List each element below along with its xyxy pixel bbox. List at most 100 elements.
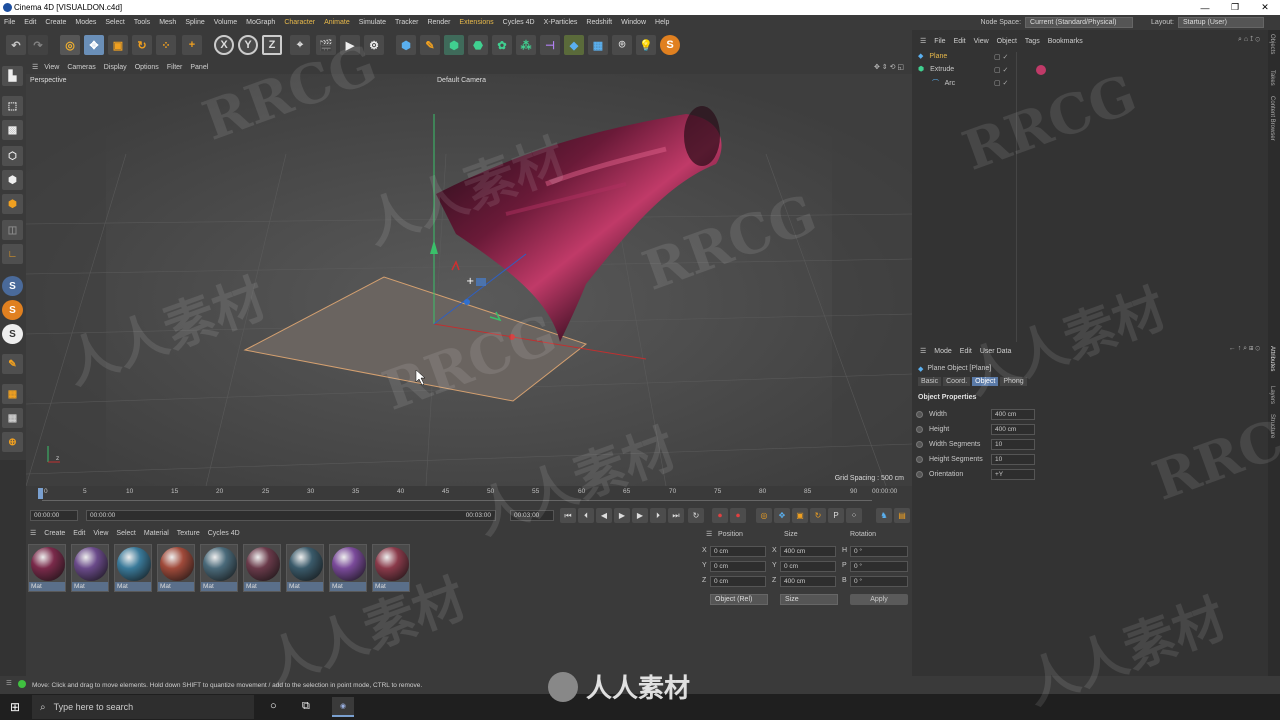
side-tab-structure[interactable]: Structure: [1269, 414, 1275, 438]
axis-mode-icon[interactable]: ∟: [2, 244, 23, 264]
menu-extensions[interactable]: Extensions: [459, 19, 493, 26]
object-name[interactable]: Extrude: [930, 66, 954, 73]
extrude-generator-icon[interactable]: ⬣: [468, 35, 488, 55]
y-axis-lock[interactable]: Y: [238, 35, 258, 55]
coord-size-field[interactable]: 400 cm: [780, 576, 836, 587]
material-swatch[interactable]: Mat: [28, 544, 66, 592]
record-keys-icon[interactable]: ⏺: [712, 508, 728, 523]
z-axis-lock[interactable]: Z: [262, 35, 282, 55]
tab-coord[interactable]: Coord.: [943, 377, 971, 386]
cloner-icon[interactable]: ✿: [492, 35, 512, 55]
material-swatch[interactable]: Mat: [71, 544, 109, 592]
menu-render[interactable]: Render: [427, 19, 450, 26]
scheme-icon[interactable]: ♞: [876, 508, 892, 523]
menu-edit[interactable]: Edit: [24, 19, 36, 26]
material-menu-view[interactable]: View: [93, 530, 108, 537]
menu-file[interactable]: File: [4, 19, 15, 26]
render-settings-icon[interactable]: ⚙: [364, 35, 384, 55]
viewport-menu-view[interactable]: View: [44, 64, 59, 71]
menu-animate[interactable]: Animate: [324, 19, 350, 26]
animate-radio-icon[interactable]: [916, 456, 923, 463]
menu-help[interactable]: Help: [655, 19, 669, 26]
time-range-slider[interactable]: 00:00:00 00:03:00: [86, 510, 496, 521]
material-menu-create[interactable]: Create: [44, 530, 65, 537]
attribute-nav-icons[interactable]: ← ↑ ⌕ ⊞ ⊙: [1229, 345, 1260, 353]
world-coordinates-icon[interactable]: ⌖: [290, 35, 310, 55]
material-swatch[interactable]: Mat: [157, 544, 195, 592]
object-search-icons[interactable]: ⌕ ⌂ ↥ ⊙: [1238, 36, 1260, 44]
tab-basic[interactable]: Basic: [918, 377, 942, 386]
timeline-ruler[interactable]: 0 5 10 15 20 25 30 35 40 45 50 55 60 65 …: [26, 486, 912, 504]
points-mode-icon[interactable]: ⬡: [2, 146, 23, 166]
live-selection-icon[interactable]: ◎: [60, 35, 80, 55]
taskbar-search-box[interactable]: ⌕ Type here to search: [32, 695, 254, 719]
material-tag-icon[interactable]: [1036, 65, 1046, 75]
keyframe-selection-icon[interactable]: ◎: [756, 508, 772, 523]
material-menu-edit[interactable]: Edit: [73, 530, 85, 537]
rotation-key-icon[interactable]: ↻: [810, 508, 826, 523]
material-swatch[interactable]: Mat: [329, 544, 367, 592]
object-row-plane[interactable]: ◆ Plane ▢ ✓: [918, 52, 1258, 65]
object-name[interactable]: Arc: [945, 80, 956, 87]
material-label[interactable]: Mat: [115, 582, 151, 591]
render-view-icon[interactable]: ▶: [340, 35, 360, 55]
attribute-value-field[interactable]: 400 cm: [991, 424, 1035, 435]
deformer-icon[interactable]: ⊣: [540, 35, 560, 55]
apply-button[interactable]: Apply: [850, 594, 908, 605]
model-mode-icon[interactable]: ⬚: [2, 96, 23, 116]
coord-pos-field[interactable]: 0 cm: [710, 561, 766, 572]
coord-rot-field[interactable]: 0 °: [850, 546, 908, 557]
tab-phong[interactable]: Phong: [1000, 377, 1027, 386]
menu-tracker[interactable]: Tracker: [395, 19, 418, 26]
workplane-icon[interactable]: ✎: [2, 354, 23, 374]
pen-spline-icon[interactable]: ✎: [420, 35, 440, 55]
animate-radio-icon[interactable]: [916, 426, 923, 433]
menu-redshift[interactable]: Redshift: [586, 19, 612, 26]
loop-button[interactable]: ↻: [688, 508, 704, 523]
environment-icon[interactable]: ◆: [564, 35, 584, 55]
windows-start-icon[interactable]: ⊞: [10, 700, 20, 714]
floor-icon[interactable]: ▦: [588, 35, 608, 55]
menu-simulate[interactable]: Simulate: [359, 19, 386, 26]
texture-mode-icon[interactable]: ▩: [2, 120, 23, 140]
material-swatch[interactable]: Mat: [372, 544, 410, 592]
recent-tools-icon[interactable]: ⁘: [156, 35, 176, 55]
snap-icon[interactable]: S: [2, 276, 23, 296]
perspective-viewport[interactable]: + z Perspective Default Camera Grid Spac…: [26, 74, 912, 486]
cortana-icon[interactable]: ○: [270, 700, 277, 712]
side-tab-content-browser[interactable]: Content Browser: [1269, 96, 1275, 141]
material-swatch[interactable]: Mat: [243, 544, 281, 592]
subdivision-icon[interactable]: ⬢: [444, 35, 464, 55]
coord-size-dropdown[interactable]: Size: [780, 594, 838, 605]
edges-mode-icon[interactable]: ⬢: [2, 170, 23, 190]
cinema4d-taskbar-icon[interactable]: ◉: [332, 697, 354, 717]
menu-window[interactable]: Window: [621, 19, 646, 26]
playhead[interactable]: [38, 488, 43, 499]
mograph-icon[interactable]: ⁂: [516, 35, 536, 55]
side-tab-layers[interactable]: Layers: [1269, 386, 1275, 404]
menu-tools[interactable]: Tools: [134, 19, 150, 26]
material-label[interactable]: Mat: [287, 582, 323, 591]
undo-icon[interactable]: ↶: [6, 35, 26, 55]
object-name[interactable]: Plane: [929, 53, 947, 60]
material-label[interactable]: Mat: [330, 582, 366, 591]
task-view-icon[interactable]: ⧉: [302, 700, 310, 713]
add-tool-icon[interactable]: +: [182, 35, 202, 55]
material-label[interactable]: Mat: [158, 582, 194, 591]
object-menu-view[interactable]: View: [974, 38, 989, 45]
attribute-value-field[interactable]: 10: [991, 439, 1035, 450]
position-key-icon[interactable]: ✥: [774, 508, 790, 523]
material-label[interactable]: Mat: [29, 582, 65, 591]
object-row-extrude[interactable]: ⬢ Extrude ▢ ✓: [918, 65, 1258, 78]
menu-volume[interactable]: Volume: [214, 19, 237, 26]
viewport-menu-filter[interactable]: Filter: [167, 64, 183, 71]
maximize-button[interactable]: ❐: [1220, 0, 1250, 15]
material-menu-cycles4d[interactable]: Cycles 4D: [208, 530, 240, 537]
material-swatch[interactable]: Mat: [200, 544, 238, 592]
x-axis-lock[interactable]: X: [214, 35, 234, 55]
x-particles-icon[interactable]: S: [660, 35, 680, 55]
next-frame-button[interactable]: ▶: [632, 508, 648, 523]
material-swatch[interactable]: Mat: [114, 544, 152, 592]
node-space-dropdown[interactable]: Current (Standard/Physical): [1025, 17, 1134, 28]
move-tool-icon[interactable]: ✥: [84, 35, 104, 55]
